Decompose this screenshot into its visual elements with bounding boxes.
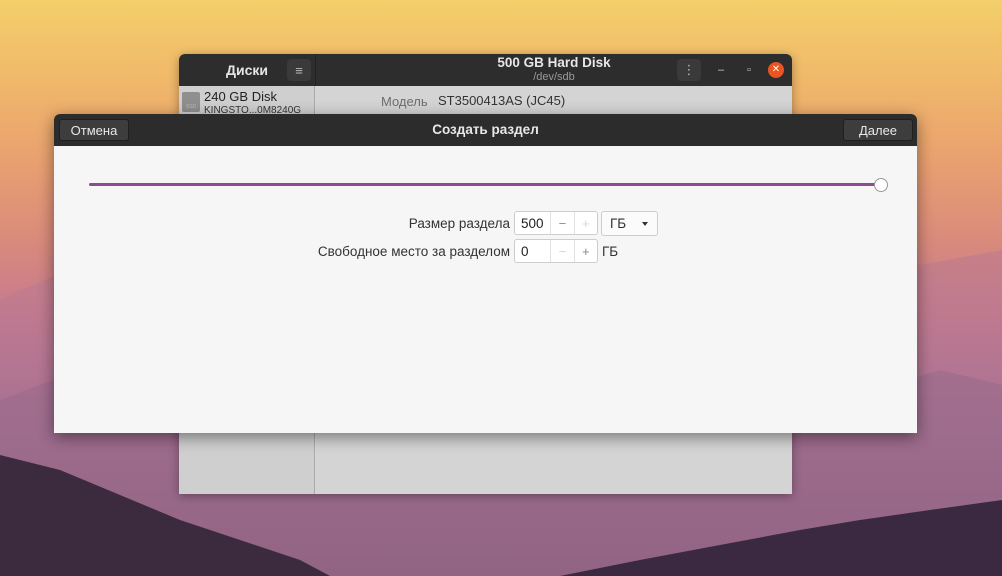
free-space-decrement-button[interactable]: − [550, 240, 573, 262]
partition-size-slider-handle[interactable] [874, 178, 888, 192]
ssd-drive-icon: SSD [182, 92, 200, 112]
sidebar-item-disk-240gb[interactable]: SSD 240 GB Disk KINGSTO...0M8240G [179, 86, 315, 116]
partition-size-spinner[interactable]: 500 − + [514, 211, 598, 235]
partition-size-value[interactable]: 500 [515, 216, 550, 231]
partition-size-slider-track[interactable] [89, 183, 881, 186]
chevron-down-icon [642, 222, 648, 226]
model-label: Модель [381, 94, 428, 109]
free-space-increment-button[interactable]: + [573, 240, 597, 262]
partition-size-increment-button[interactable]: + [573, 212, 597, 234]
free-space-unit-label: ГБ [602, 244, 619, 259]
close-icon[interactable]: ✕ [768, 62, 784, 78]
free-space-after-value[interactable]: 0 [515, 244, 550, 259]
size-unit-value: ГБ [610, 216, 627, 231]
minimize-icon[interactable]: – [712, 61, 730, 79]
free-space-after-spinner[interactable]: 0 − + [514, 239, 598, 263]
model-value: ST3500413AS (JC45) [438, 93, 566, 108]
hamburger-menu-icon[interactable]: ≡ [287, 59, 311, 81]
free-space-after-label: Свободное место за разделом [317, 244, 510, 259]
disks-window-header: Диски ≡ 500 GB Hard Disk /dev/sdb ⋮ – ▫ … [179, 54, 792, 86]
size-unit-dropdown[interactable]: ГБ [601, 211, 658, 236]
dialog-title: Создать раздел [432, 122, 539, 137]
next-button[interactable]: Далее [843, 119, 913, 141]
disk-name: 240 GB Disk [204, 89, 277, 104]
create-partition-dialog: Отмена Создать раздел Далее Размер разде… [54, 114, 917, 433]
dialog-header: Отмена Создать раздел Далее [54, 114, 917, 146]
maximize-icon[interactable]: ▫ [740, 61, 758, 79]
kebab-menu-icon[interactable]: ⋮ [677, 59, 701, 81]
partition-size-label: Размер раздела [408, 216, 510, 231]
partition-size-decrement-button[interactable]: − [550, 212, 573, 234]
